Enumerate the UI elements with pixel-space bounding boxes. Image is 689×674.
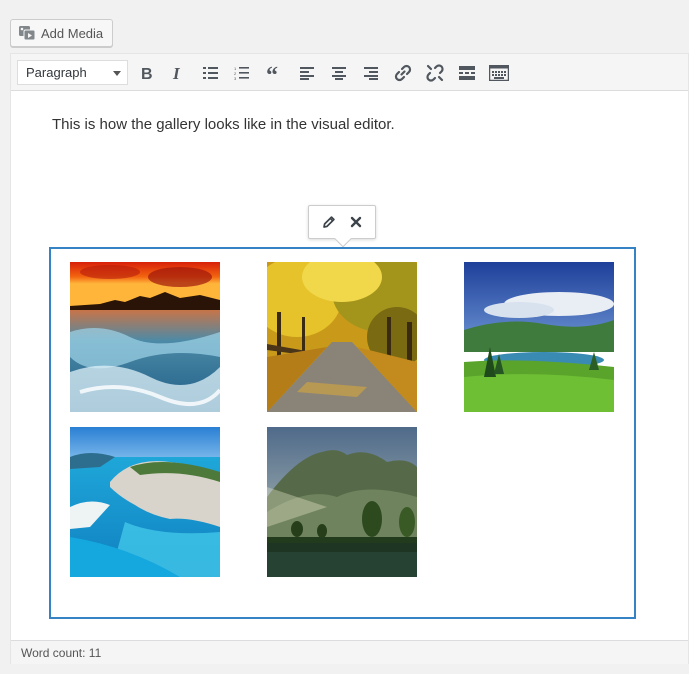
align-left-button[interactable]: [296, 62, 318, 84]
close-icon: [350, 216, 361, 228]
insert-link-icon: [394, 64, 412, 82]
format-select-value: Paragraph: [26, 65, 87, 80]
svg-text:I: I: [172, 65, 181, 81]
italic-button[interactable]: I: [167, 62, 189, 84]
bold-icon: B: [141, 66, 153, 81]
autumn-road-image: [267, 262, 417, 412]
align-left-icon: [300, 67, 314, 80]
gallery-image-autumn-tree-road[interactable]: [267, 262, 417, 412]
numbered-list-button[interactable]: 1 2 3: [231, 62, 253, 84]
align-right-icon: [364, 67, 378, 80]
editor-content[interactable]: This is how the gallery looks like in th…: [11, 91, 688, 640]
remove-link-button[interactable]: [424, 62, 446, 84]
content-paragraph[interactable]: This is how the gallery looks like in th…: [52, 116, 395, 133]
gallery-image-sunset-sea-waves[interactable]: [70, 262, 220, 412]
gallery-toolbar: [308, 205, 376, 248]
gallery-image-bay-cliff-beach[interactable]: [70, 427, 220, 577]
remove-link-icon: [426, 64, 444, 82]
format-select[interactable]: Paragraph: [17, 60, 128, 85]
word-count: Word count: 11: [21, 645, 102, 660]
sunset-sea-image: [70, 262, 220, 412]
remove-gallery-button[interactable]: [345, 211, 367, 233]
add-media-label: Add Media: [41, 25, 104, 41]
toolbar-toggle-button[interactable]: [488, 62, 510, 84]
gallery-image-misty-mountain-lake[interactable]: [267, 427, 417, 577]
add-media-button[interactable]: Add Media: [10, 19, 113, 47]
status-bar: Word count: 11: [11, 640, 688, 664]
bulleted-list-button[interactable]: [200, 62, 222, 84]
gallery-block[interactable]: [49, 247, 636, 619]
read-more-icon: [459, 66, 475, 80]
italic-icon: I: [172, 65, 181, 81]
gallery-image-green-valley-lake[interactable]: [464, 262, 614, 412]
media-icon: [18, 25, 36, 41]
numbered-list-icon: 1 2 3: [234, 66, 249, 80]
editor-toolbar: Paragraph B I 1 2 3 “: [11, 54, 688, 91]
align-right-button[interactable]: [360, 62, 382, 84]
bulleted-list-icon: [203, 67, 218, 79]
toolbar-toggle-icon: [489, 65, 509, 81]
svg-text:B: B: [141, 66, 153, 81]
misty-mountain-image: [267, 427, 417, 577]
align-center-button[interactable]: [328, 62, 350, 84]
bay-cliff-image: [70, 427, 220, 577]
edit-gallery-button[interactable]: [318, 211, 340, 233]
chevron-down-icon: [113, 71, 121, 76]
valley-lake-image: [464, 262, 614, 412]
read-more-button[interactable]: [456, 62, 478, 84]
blockquote-button[interactable]: “: [264, 62, 286, 84]
bold-button[interactable]: B: [136, 62, 158, 84]
blockquote-icon: “: [266, 66, 278, 80]
gallery-toolbar-arrow: [334, 230, 352, 248]
insert-link-button[interactable]: [392, 62, 414, 84]
svg-text:“: “: [266, 66, 278, 80]
align-center-icon: [332, 67, 346, 80]
svg-text:3: 3: [234, 76, 237, 80]
editor: Paragraph B I 1 2 3 “ This is how the ga…: [10, 53, 689, 664]
pencil-icon: [322, 216, 335, 228]
